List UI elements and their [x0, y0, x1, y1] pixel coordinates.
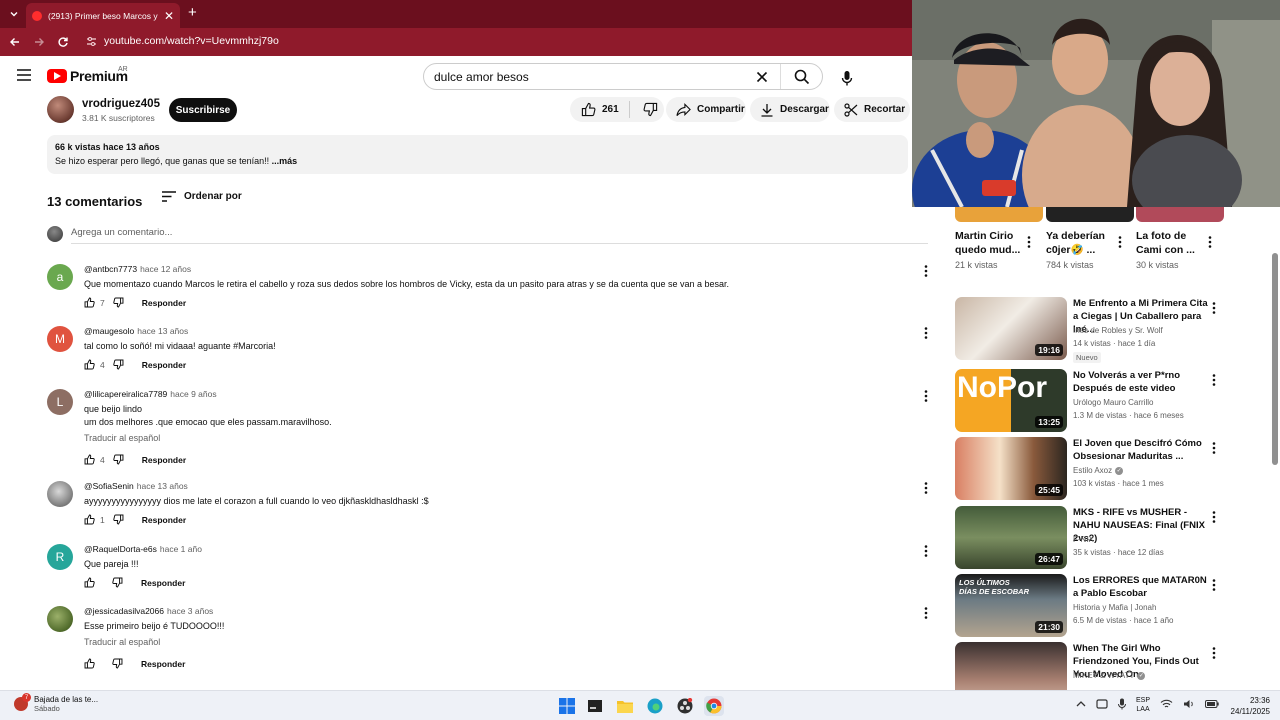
video-more-icon[interactable]	[1212, 441, 1216, 459]
verified-icon: ✓	[1115, 466, 1124, 475]
clock[interactable]: 23:36 24/11/2025	[1222, 695, 1270, 717]
weather-subtitle: Sábado	[34, 704, 60, 713]
video-channel[interactable]: Historia y Mafia | Jonah	[1073, 603, 1156, 612]
video-duration: 21:30	[1035, 621, 1063, 633]
video-thumbnail[interactable]: 26:47	[955, 506, 1067, 569]
video-duration: 26:47	[1035, 553, 1063, 565]
video-duration: 19:16	[1035, 344, 1063, 356]
language-code: ESP	[1136, 697, 1151, 704]
file-explorer-icon[interactable]	[615, 696, 635, 716]
terminal-icon[interactable]	[585, 696, 605, 716]
video-thumbnail[interactable]	[955, 642, 1067, 690]
video-meta: 103 k vistas · hace 1 mes	[1073, 479, 1164, 488]
scrollbar-thumb[interactable]	[1272, 253, 1278, 465]
clock-date: 24/11/2025	[1230, 707, 1270, 716]
video-duration: 25:45	[1035, 484, 1063, 496]
weather-icon: 7	[14, 693, 31, 711]
video-channel[interactable]: Urólogo Mauro Carrillo	[1073, 398, 1153, 407]
recommended-video[interactable]: NoPor 13:25 No Volverás a ver P*rno Despué…	[955, 369, 1225, 433]
channel-label: MIKEY & WYATT	[1073, 671, 1135, 680]
video-more-icon[interactable]	[1212, 510, 1216, 528]
keyboard-layout: LAA	[1136, 706, 1150, 713]
weather-widget[interactable]: 7 Bajada de las te... Sábado	[14, 693, 99, 713]
video-more-icon[interactable]	[1212, 373, 1216, 391]
video-channel[interactable]: MIKEY & WYATT ✓	[1073, 671, 1146, 680]
video-duration: 13:25	[1035, 416, 1063, 428]
update-icon[interactable]	[1096, 698, 1108, 712]
video-more-icon[interactable]	[1212, 646, 1216, 664]
video-meta: 14 k vistas · hace 1 día	[1073, 339, 1156, 348]
volume-icon[interactable]	[1183, 699, 1195, 711]
thumbnail-text: NoPor	[957, 371, 1047, 404]
channel-label: Urólogo Mauro Carrillo	[1073, 398, 1154, 407]
recommended-video[interactable]: 26:47 MKS - RIFE vs MUSHER - NAHU NAUSEAS…	[955, 506, 1225, 570]
chrome-icon[interactable]	[704, 696, 724, 716]
chevron-up-icon[interactable]	[1076, 700, 1086, 710]
video-title[interactable]: El Joven que Descifró Cómo Obsesionar Ma…	[1073, 437, 1208, 463]
recommended-video[interactable]: 25:45 El Joven que Descifró Cómo Obsesion…	[955, 437, 1225, 501]
video-thumbnail[interactable]: LOS ÚLTIMOS DÍAS DE ESCOBAR 21:30	[955, 574, 1067, 637]
edge-browser-icon[interactable]	[645, 696, 665, 716]
recommendations-list: 19:16 Me Enfrento a Mi Primera Cita a Cie…	[0, 0, 1280, 690]
obs-icon[interactable]	[675, 696, 695, 716]
windows-start-icon[interactable]	[557, 696, 577, 716]
video-channel[interactable]: Inés de Robles y Sr. Wolf	[1073, 326, 1163, 335]
channel-label: Estilo Axoz	[1073, 466, 1113, 475]
battery-icon[interactable]	[1205, 700, 1219, 710]
video-title[interactable]: No Volverás a ver P*rno Después de este …	[1073, 369, 1208, 395]
video-more-icon[interactable]	[1212, 301, 1216, 319]
verified-icon: ✓	[1137, 671, 1146, 680]
video-thumbnail[interactable]: NoPor 13:25	[955, 369, 1067, 432]
tray-mic-icon[interactable]	[1118, 698, 1126, 712]
thumbnail-text: LOS ÚLTIMOS DÍAS DE ESCOBAR	[959, 578, 1030, 596]
weather-title: Bajada de las te...	[34, 695, 99, 704]
video-thumbnail[interactable]: 19:16	[955, 297, 1067, 360]
channel-label: Historia y Mafia | Jonah	[1073, 603, 1157, 612]
channel-label: Inés de Robles y Sr. Wolf	[1073, 326, 1163, 335]
video-meta: 6.5 M de vistas · hace 1 año	[1073, 616, 1174, 625]
wifi-icon[interactable]	[1160, 699, 1173, 711]
video-more-icon[interactable]	[1212, 578, 1216, 596]
sidebar-scrollbar[interactable]	[1270, 207, 1280, 690]
video-channel[interactable]: F-NIX	[1073, 535, 1094, 544]
video-meta: 1.3 M de vistas · hace 6 meses	[1073, 411, 1184, 420]
recommended-video[interactable]: 19:16 Me Enfrento a Mi Primera Cita a Cie…	[955, 297, 1225, 363]
notification-badge: 7	[22, 693, 31, 702]
clock-time: 23:36	[1249, 696, 1270, 705]
system-tray: ESP LAA	[1076, 696, 1219, 714]
video-meta: 35 k vistas · hace 12 días	[1073, 548, 1164, 557]
video-thumbnail[interactable]: 25:45	[955, 437, 1067, 500]
recommended-video[interactable]: LOS ÚLTIMOS DÍAS DE ESCOBAR 21:30 Los ERRO…	[955, 574, 1225, 638]
video-channel[interactable]: Estilo Axoz ✓	[1073, 466, 1124, 475]
channel-label: F-NIX	[1073, 535, 1094, 544]
recommended-video[interactable]: When The Girl Who Friendzoned You, Finds…	[955, 642, 1225, 690]
input-language[interactable]: ESP LAA	[1136, 696, 1150, 714]
windows-taskbar: 7 Bajada de las te... Sábado ESP LAA 23:…	[0, 690, 1280, 720]
new-badge: Nuevo	[1073, 352, 1101, 363]
video-title[interactable]: Los ERRORES que MATAR0N a Pablo Escobar	[1073, 574, 1208, 600]
